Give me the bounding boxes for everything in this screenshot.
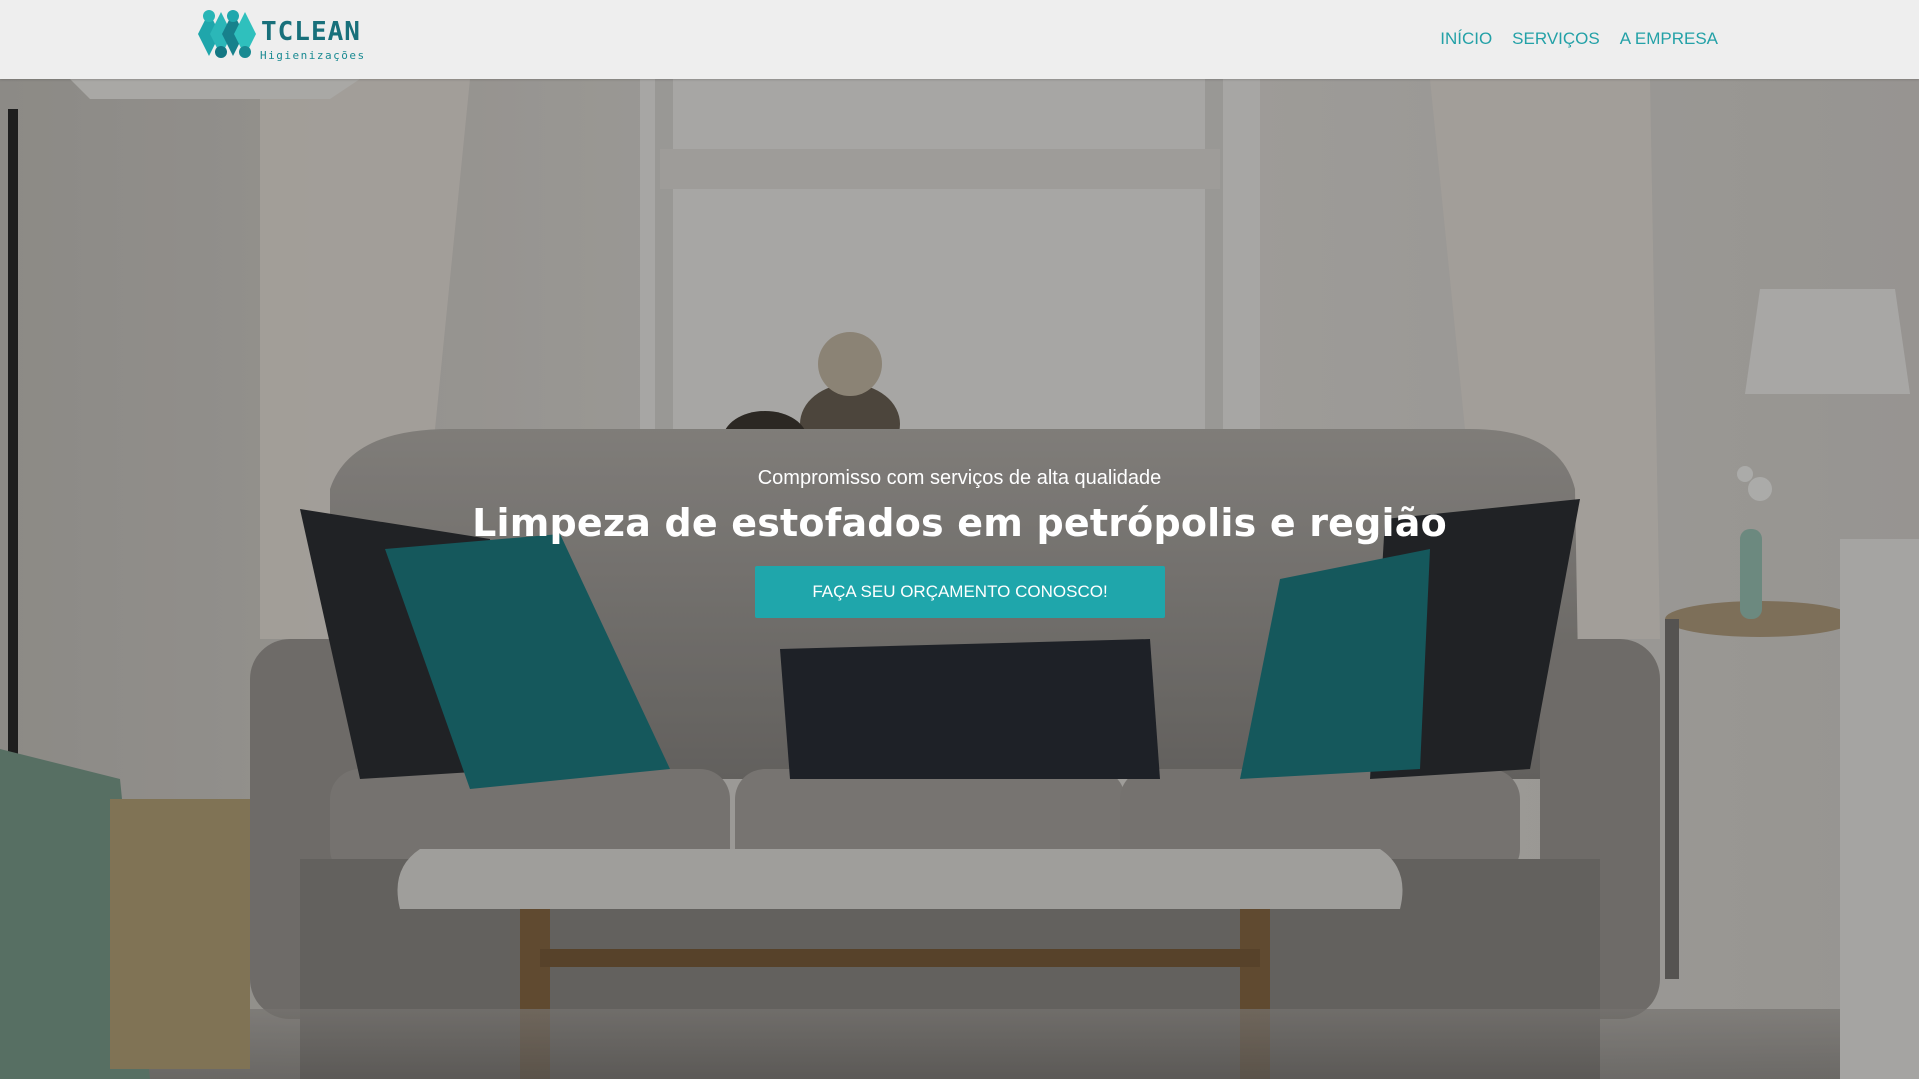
- logo-name: TCLEAN: [261, 17, 361, 47]
- quote-cta-button[interactable]: FAÇA SEU ORÇAMENTO CONOSCO!: [755, 566, 1165, 618]
- nav-link-empresa[interactable]: A EMPRESA: [1620, 29, 1718, 49]
- main-nav: INÍCIO SERVIÇOS A EMPRESA: [1440, 29, 1718, 49]
- hero-subtitle: Compromisso com serviços de alta qualida…: [757, 467, 1162, 489]
- site-header: TCLEAN Higienizações INÍCIO SERVIÇOS A E…: [0, 0, 1919, 79]
- hero-title: Limpeza de estofados em petrópolis e reg…: [472, 501, 1447, 545]
- logo-tagline: Higienizações: [260, 49, 366, 62]
- nav-link-inicio[interactable]: INÍCIO: [1440, 29, 1492, 49]
- nav-link-servicos[interactable]: SERVIÇOS: [1512, 29, 1600, 49]
